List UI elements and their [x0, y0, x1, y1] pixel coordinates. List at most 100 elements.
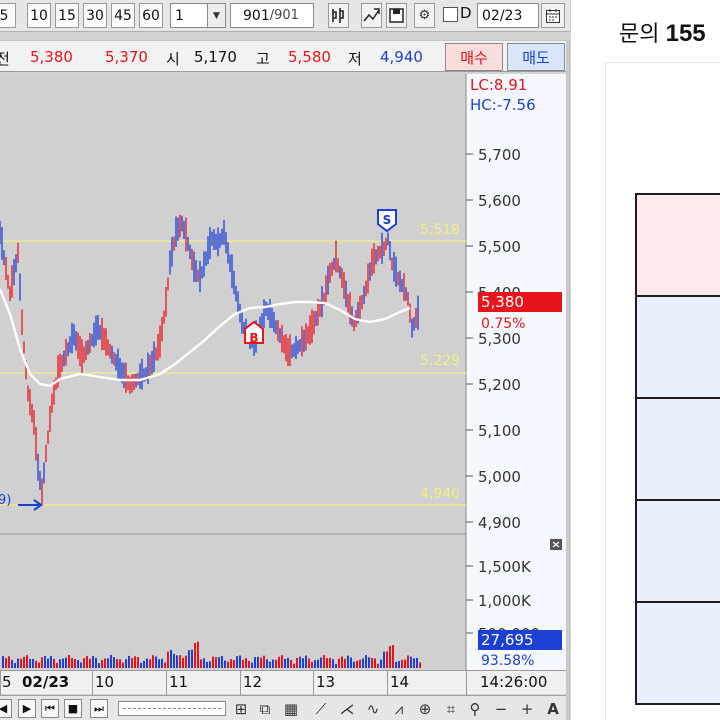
chart-toolbar: 5 10 15 30 45 60 1 ▼ 901 /901 ⚙ D 02/23 [0, 0, 570, 32]
volume-bar [11, 659, 13, 668]
volume-bar [14, 663, 16, 668]
volume-bar [140, 662, 142, 668]
low-price: 4,940 [380, 48, 423, 66]
volume-bar [287, 657, 289, 668]
volume-bar [344, 658, 346, 668]
volume-bar [131, 658, 133, 668]
text-tool-icon[interactable]: A [544, 698, 562, 719]
volume-bar [83, 658, 85, 668]
date-field[interactable]: 02/23 [477, 3, 539, 28]
period-button-5[interactable]: 5 [0, 3, 16, 28]
current-volume-label: 27,695 [481, 631, 534, 649]
plus-icon[interactable]: + [518, 698, 536, 719]
trendline-icon[interactable]: ⟋ [312, 698, 330, 719]
fast-forward-icon[interactable]: ⏭ [90, 699, 108, 718]
volume-bar [203, 658, 205, 668]
save-icon[interactable] [386, 3, 407, 28]
volume-bar [239, 655, 241, 668]
minus-icon[interactable]: − [492, 698, 510, 719]
volume-bar [200, 659, 202, 668]
crosshair-icon[interactable] [361, 3, 382, 28]
volume-bar [296, 657, 298, 668]
volume-bar [221, 656, 223, 668]
hc-label: HC:-7.56 [470, 96, 536, 114]
chart-area[interactable]: 5,7005,6005,5005,4005,3005,2005,1005,000… [0, 74, 566, 670]
wave-icon[interactable]: ∿ [364, 698, 382, 719]
gear-icon[interactable]: ⚙ [414, 3, 435, 28]
volume-bar [326, 658, 328, 668]
buy-marker-text: B [249, 331, 258, 345]
chart-window: 5 10 15 30 45 60 1 ▼ 901 /901 ⚙ D 02/23 … [0, 0, 570, 720]
inquiry-cell-3[interactable] [635, 397, 720, 501]
chart-split-icon[interactable]: ⊞ [232, 698, 250, 719]
volume-bar [179, 655, 181, 668]
volume-bar [47, 658, 49, 668]
volume-bar [389, 646, 391, 668]
volume-bar [209, 661, 211, 668]
volume-bar [302, 658, 304, 668]
inquiry-cell-4[interactable] [635, 499, 720, 603]
candle-toggle-icon[interactable] [328, 3, 349, 28]
date-checkbox-label: D [460, 4, 472, 22]
stop-icon[interactable]: ■ [64, 699, 82, 718]
volume-bar [329, 657, 331, 668]
play-icon[interactable]: ▶ [18, 699, 36, 718]
volume-bar [20, 658, 22, 668]
scroll-slider[interactable] [118, 701, 226, 716]
volume-bar [419, 662, 421, 668]
volume-bar [98, 663, 100, 668]
chart-window-icon[interactable]: ⧉ [256, 698, 274, 719]
x-label-4: 12 [243, 673, 263, 691]
volume-bar [29, 659, 31, 668]
date-value: 02/23 [482, 7, 523, 24]
zoom-icon[interactable]: ⚲ [466, 698, 484, 719]
buy-button[interactable]: 매수 [445, 43, 503, 71]
inquiry-cell-2[interactable] [635, 295, 720, 399]
dropdown-arrow-icon[interactable]: ▼ [207, 4, 225, 27]
calendar-icon[interactable] [541, 3, 565, 28]
volume-bar [362, 658, 364, 668]
period-button-15[interactable]: 15 [55, 3, 79, 28]
volume-bar [395, 661, 397, 668]
count-field[interactable]: 901 /901 [230, 3, 314, 28]
volume-bar [170, 649, 172, 668]
volume-bar [365, 655, 367, 668]
volume-bar [173, 653, 175, 668]
volume-bar [35, 660, 37, 668]
period-button-30[interactable]: 30 [83, 3, 107, 28]
volume-bar [182, 657, 184, 668]
sell-button[interactable]: 매도 [507, 43, 565, 71]
period-button-60[interactable]: 60 [139, 3, 163, 28]
volume-bar [248, 660, 250, 668]
level-label-low: 4,940 [420, 486, 460, 502]
price-tick-label-2: 5,500 [478, 238, 521, 256]
time-axis: 5 02/23 10 11 12 13 14 14:26:00 [0, 670, 566, 695]
pattern-icon[interactable]: ⩘ [390, 698, 408, 719]
period-button-10[interactable]: 10 [27, 3, 51, 28]
first-icon[interactable]: ⏮ [41, 699, 59, 718]
prev-icon[interactable]: ◀ [0, 699, 12, 718]
x-label-1: 02/23 [22, 673, 70, 691]
volume-bar [95, 657, 97, 668]
volume-bar [269, 661, 271, 668]
lock-icon[interactable]: ⊕ [416, 698, 434, 719]
x-label-2: 10 [95, 673, 115, 691]
volume-bar [32, 659, 34, 668]
volume-bar [332, 659, 334, 668]
chart-grid-icon[interactable]: ▦ [282, 698, 300, 719]
period-button-45[interactable]: 45 [111, 3, 135, 28]
price-chart[interactable]: 5,7005,6005,5005,4005,3005,2005,1005,000… [0, 74, 566, 670]
volume-bar [194, 643, 196, 668]
date-checkbox[interactable] [443, 7, 458, 22]
count-value: 901 [243, 7, 270, 24]
inquiry-cell-5[interactable] [635, 601, 720, 705]
volume-bar [227, 661, 229, 668]
volume-tick-label-1: 1,000K [478, 592, 532, 610]
chart-image-icon[interactable]: ⌗ [442, 698, 460, 719]
volume-bar [260, 657, 262, 668]
inquiry-cell-1[interactable] [635, 193, 720, 297]
volume-bar [53, 658, 55, 668]
volume-bar [149, 659, 151, 668]
fibonacci-icon[interactable]: ⋌ [338, 698, 356, 719]
volume-bar [92, 656, 94, 668]
